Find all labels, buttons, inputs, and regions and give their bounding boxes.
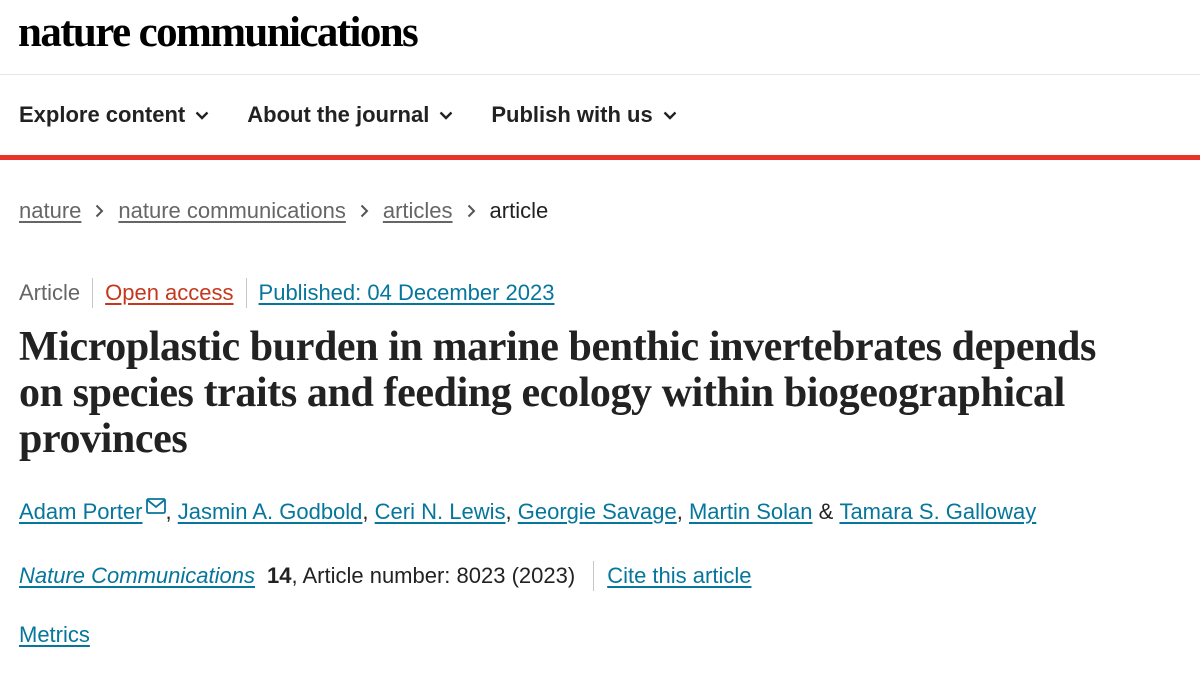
main-navigation: Explore content About the journal Publis…: [0, 75, 1200, 160]
nav-explore-content-label: Explore content: [19, 102, 186, 127]
author-separator: ,: [362, 499, 369, 524]
author-list: Adam Porter , Jasmin A. Godbold , Ceri N…: [19, 497, 1200, 527]
site-header: nature communications: [0, 0, 1200, 75]
nav-publish-with-us-label: Publish with us: [491, 102, 653, 127]
breadcrumb-articles[interactable]: articles: [383, 198, 453, 224]
metrics-link[interactable]: Metrics: [19, 622, 90, 648]
author-link[interactable]: Jasmin A. Godbold: [178, 499, 363, 525]
author-separator: ,: [676, 499, 683, 524]
nav-explore-content[interactable]: Explore content: [19, 102, 209, 128]
nav-publish-with-us[interactable]: Publish with us: [491, 102, 677, 128]
meta-divider: [92, 278, 94, 308]
meta-divider: [245, 278, 247, 308]
chevron-down-icon: [663, 111, 677, 120]
chevron-right-icon: [95, 204, 104, 218]
metrics-section: Metrics: [19, 620, 1200, 650]
chevron-down-icon: [195, 111, 209, 120]
article-number: , Article number: 8023 (2023): [291, 563, 576, 588]
article-type: Article: [19, 280, 81, 305]
citation-line: Nature Communications 14 , Article numbe…: [19, 561, 1200, 591]
breadcrumb-nature-communications[interactable]: nature communications: [118, 198, 345, 224]
author-link[interactable]: Martin Solan: [689, 499, 813, 525]
article-title: Microplastic burden in marine benthic in…: [19, 324, 1096, 462]
author-link[interactable]: Georgie Savage: [518, 499, 677, 525]
author-link[interactable]: Tamara S. Galloway: [839, 499, 1036, 525]
author-link[interactable]: Adam Porter: [19, 499, 143, 525]
nav-about-journal[interactable]: About the journal: [247, 102, 453, 128]
email-icon[interactable]: [145, 498, 166, 514]
article-meta: Article Open access Published: 04 Decemb…: [0, 278, 1200, 308]
published-date-link[interactable]: Published: 04 December 2023: [259, 280, 555, 306]
author-separator: ,: [505, 499, 512, 524]
chevron-down-icon: [439, 111, 453, 120]
journal-volume: 14: [266, 563, 292, 588]
author-link[interactable]: Ceri N. Lewis: [375, 499, 506, 525]
chevron-right-icon: [360, 204, 369, 218]
breadcrumb-current: article: [489, 198, 549, 223]
author-ampersand: &: [818, 499, 834, 524]
open-access-link[interactable]: Open access: [105, 280, 233, 306]
chevron-right-icon: [467, 204, 476, 218]
journal-name-link[interactable]: Nature Communications: [19, 563, 255, 589]
author-separator: ,: [165, 499, 172, 524]
breadcrumb: nature nature communications articles ar…: [0, 196, 1200, 226]
breadcrumb-nature[interactable]: nature: [19, 198, 81, 224]
cite-this-article-link[interactable]: Cite this article: [607, 563, 751, 589]
nav-about-journal-label: About the journal: [247, 102, 430, 127]
citation-divider: [593, 561, 595, 591]
site-logo[interactable]: nature communications: [18, 11, 419, 54]
